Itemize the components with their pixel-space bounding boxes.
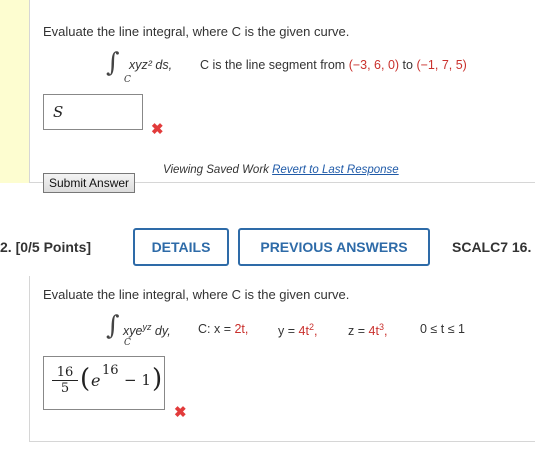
cy-val: 4t bbox=[298, 324, 309, 339]
viewing-saved-work-text: Viewing Saved Work bbox=[163, 164, 269, 176]
fraction-numerator: 16 bbox=[52, 365, 78, 381]
integrand2-tail: dy, bbox=[151, 324, 171, 339]
answer-rest: − 1 bbox=[124, 371, 151, 389]
paren-close: ) bbox=[152, 364, 163, 394]
answer-input-1[interactable]: S bbox=[43, 94, 143, 130]
x-mark-icon: ✖ bbox=[174, 404, 187, 421]
cz-prefix: z = bbox=[348, 324, 369, 339]
problem2-integrand: xyeyz dy, bbox=[123, 322, 171, 338]
problem1-status-sidebar bbox=[0, 0, 29, 183]
answer-value-1: S bbox=[53, 103, 64, 121]
previous-answers-button[interactable]: PREVIOUS ANSWERS bbox=[238, 228, 430, 266]
problem2-curve-y: y = 4t2, bbox=[278, 322, 318, 339]
answer-input-2[interactable]: 16 5 ( e 16 − 1 ) bbox=[43, 356, 165, 410]
x-mark-icon: ✖ bbox=[151, 121, 164, 138]
integral-subscript-2: C bbox=[124, 338, 131, 348]
cz-val: 4t bbox=[368, 324, 379, 339]
answer-e: e bbox=[91, 371, 101, 390]
problem1-integrand: xyz² ds, bbox=[129, 58, 172, 72]
point-to: (−1, 7, 5) bbox=[416, 58, 467, 72]
integrand-text: xyz² ds, bbox=[129, 58, 173, 72]
integral-subscript-1: C bbox=[124, 75, 131, 85]
integrand2-base: xye bbox=[123, 324, 143, 339]
cx-prefix: C: x = bbox=[198, 322, 235, 336]
cx-val: 2t, bbox=[234, 322, 249, 336]
problem1-curve: C is the line segment from (−3, 6, 0) to… bbox=[200, 58, 467, 72]
problem2-curve-z: z = 4t3, bbox=[348, 322, 388, 339]
answer-exp: 16 bbox=[102, 363, 119, 378]
answer-fraction: 16 5 bbox=[52, 365, 78, 397]
problem2-t-range: 0 ≤ t ≤ 1 bbox=[420, 322, 465, 336]
submit-answer-button[interactable]: Submit Answer bbox=[43, 173, 136, 193]
to-word: to bbox=[402, 58, 413, 72]
integral-sign-2: ∫ bbox=[106, 311, 120, 341]
saved-work-notice: Viewing Saved Work Revert to Last Respon… bbox=[163, 164, 399, 176]
problem2-curve-x: C: x = 2t, bbox=[198, 322, 248, 336]
paren-open: ( bbox=[80, 364, 91, 394]
course-label: SCALC7 16. bbox=[452, 239, 532, 255]
question-number-points: 2. [0/5 Points] bbox=[0, 239, 92, 255]
integral-sign-1: ∫ bbox=[106, 48, 120, 78]
cy-prefix: y = bbox=[278, 324, 299, 339]
fraction-denominator: 5 bbox=[60, 381, 70, 396]
problem1-prompt: Evaluate the line integral, where C is t… bbox=[43, 24, 350, 39]
point-from: (−3, 6, 0) bbox=[348, 58, 400, 72]
problem2-prompt: Evaluate the line integral, where C is t… bbox=[43, 287, 350, 302]
curve-desc: C is the line segment from bbox=[200, 58, 346, 72]
revert-link[interactable]: Revert to Last Response bbox=[272, 164, 399, 176]
details-button[interactable]: DETAILS bbox=[133, 228, 229, 266]
